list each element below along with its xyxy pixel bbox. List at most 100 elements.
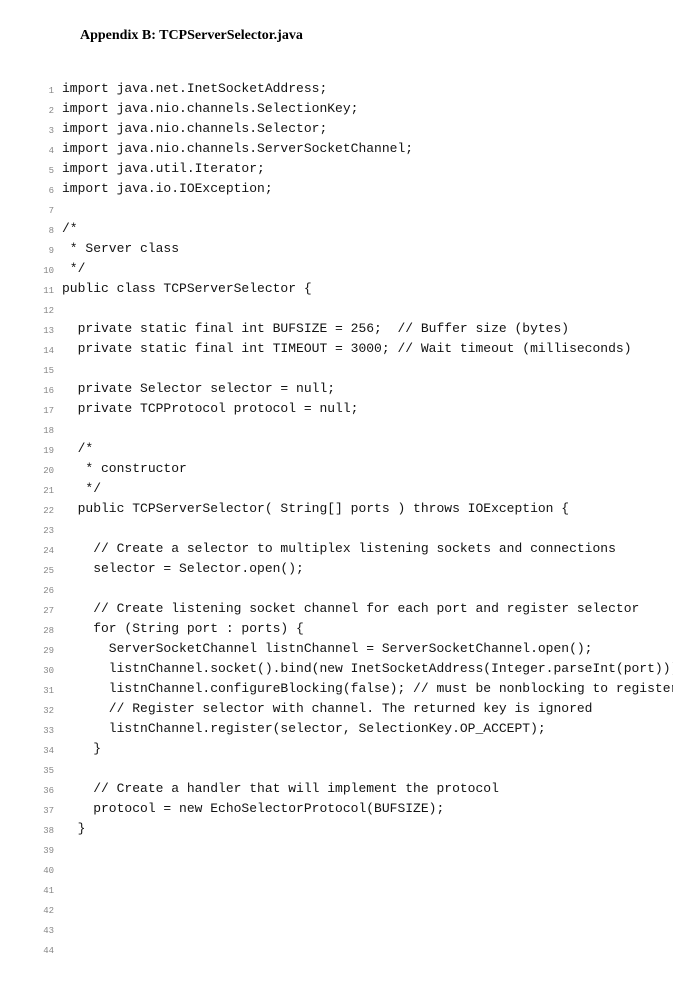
code-line: 44 (30, 940, 643, 960)
code-line: 25 selector = Selector.open(); (30, 560, 643, 580)
code-text: */ (62, 480, 643, 497)
line-number: 25 (30, 560, 62, 580)
code-line: 12 (30, 300, 643, 320)
line-number: 18 (30, 420, 62, 440)
line-number: 8 (30, 220, 62, 240)
code-text: // Create listening socket channel for e… (62, 600, 643, 617)
line-number: 3 (30, 120, 62, 140)
line-number: 20 (30, 460, 62, 480)
line-number: 33 (30, 720, 62, 740)
line-number: 41 (30, 880, 62, 900)
code-line: 18 (30, 420, 643, 440)
line-number: 29 (30, 640, 62, 660)
line-number: 43 (30, 920, 62, 940)
code-text: import java.io.IOException; (62, 180, 643, 197)
code-line: 43 (30, 920, 643, 940)
line-number: 40 (30, 860, 62, 880)
code-line: 8/* (30, 220, 643, 240)
code-line: 35 (30, 760, 643, 780)
code-line: 39 (30, 840, 643, 860)
code-text: * Server class (62, 240, 643, 257)
line-number: 36 (30, 780, 62, 800)
code-line: 27 // Create listening socket channel fo… (30, 600, 643, 620)
line-number: 16 (30, 380, 62, 400)
line-number: 38 (30, 820, 62, 840)
line-number: 13 (30, 320, 62, 340)
code-text: selector = Selector.open(); (62, 560, 643, 577)
code-line: 7 (30, 200, 643, 220)
line-number: 14 (30, 340, 62, 360)
line-number: 1 (30, 80, 62, 100)
code-line: 42 (30, 900, 643, 920)
code-line: 22 public TCPServerSelector( String[] po… (30, 500, 643, 520)
code-line: 36 // Create a handler that will impleme… (30, 780, 643, 800)
line-number: 2 (30, 100, 62, 120)
line-number: 28 (30, 620, 62, 640)
line-number: 32 (30, 700, 62, 720)
code-text: public TCPServerSelector( String[] ports… (62, 500, 643, 517)
line-number: 31 (30, 680, 62, 700)
line-number: 9 (30, 240, 62, 260)
code-line: 34 } (30, 740, 643, 760)
line-number: 4 (30, 140, 62, 160)
line-number: 17 (30, 400, 62, 420)
code-line: 6import java.io.IOException; (30, 180, 643, 200)
code-line: 15 (30, 360, 643, 380)
code-text: private TCPProtocol protocol = null; (62, 400, 643, 417)
code-line: 23 (30, 520, 643, 540)
code-text: import java.nio.channels.Selector; (62, 120, 643, 137)
code-text: private static final int TIMEOUT = 3000;… (62, 340, 643, 357)
line-number: 30 (30, 660, 62, 680)
line-number: 10 (30, 260, 62, 280)
line-number: 27 (30, 600, 62, 620)
line-number: 37 (30, 800, 62, 820)
code-text: listnChannel.socket().bind(new InetSocke… (62, 660, 673, 677)
code-line: 11public class TCPServerSelector { (30, 280, 643, 300)
code-text: import java.net.InetSocketAddress; (62, 80, 643, 97)
appendix-title: Appendix B: TCPServerSelector.java (80, 28, 643, 44)
line-number: 7 (30, 200, 62, 220)
code-line: 24 // Create a selector to multiplex lis… (30, 540, 643, 560)
code-line: 38 } (30, 820, 643, 840)
line-number: 5 (30, 160, 62, 180)
line-number: 26 (30, 580, 62, 600)
code-text: public class TCPServerSelector { (62, 280, 643, 297)
code-text: import java.nio.channels.SelectionKey; (62, 100, 643, 117)
code-text: for (String port : ports) { (62, 620, 643, 637)
code-line: 20 * constructor (30, 460, 643, 480)
line-number: 6 (30, 180, 62, 200)
code-listing: 1import java.net.InetSocketAddress;2impo… (30, 80, 643, 960)
code-line: 10 */ (30, 260, 643, 280)
line-number: 22 (30, 500, 62, 520)
code-line: 21 */ (30, 480, 643, 500)
code-text: private static final int BUFSIZE = 256; … (62, 320, 643, 337)
code-text: // Create a handler that will implement … (62, 780, 643, 797)
line-number: 44 (30, 940, 62, 960)
code-line: 9 * Server class (30, 240, 643, 260)
code-text: ServerSocketChannel listnChannel = Serve… (62, 640, 643, 657)
line-number: 19 (30, 440, 62, 460)
code-line: 31 listnChannel.configureBlocking(false)… (30, 680, 643, 700)
line-number: 42 (30, 900, 62, 920)
code-text: import java.util.Iterator; (62, 160, 643, 177)
code-line: 30 listnChannel.socket().bind(new InetSo… (30, 660, 643, 680)
code-line: 17 private TCPProtocol protocol = null; (30, 400, 643, 420)
code-line: 32 // Register selector with channel. Th… (30, 700, 643, 720)
code-text: /* (62, 220, 643, 237)
code-text: import java.nio.channels.ServerSocketCha… (62, 140, 643, 157)
code-text: listnChannel.configureBlocking(false); /… (62, 680, 673, 697)
line-number: 21 (30, 480, 62, 500)
code-line: 29 ServerSocketChannel listnChannel = Se… (30, 640, 643, 660)
line-number: 34 (30, 740, 62, 760)
code-line: 41 (30, 880, 643, 900)
code-text: /* (62, 440, 643, 457)
code-line: 5import java.util.Iterator; (30, 160, 643, 180)
code-text: listnChannel.register(selector, Selectio… (62, 720, 643, 737)
code-text: } (62, 740, 643, 757)
code-text: // Register selector with channel. The r… (62, 700, 643, 717)
code-line: 37 protocol = new EchoSelectorProtocol(B… (30, 800, 643, 820)
line-number: 24 (30, 540, 62, 560)
code-text: */ (62, 260, 643, 277)
code-line: 4import java.nio.channels.ServerSocketCh… (30, 140, 643, 160)
line-number: 15 (30, 360, 62, 380)
